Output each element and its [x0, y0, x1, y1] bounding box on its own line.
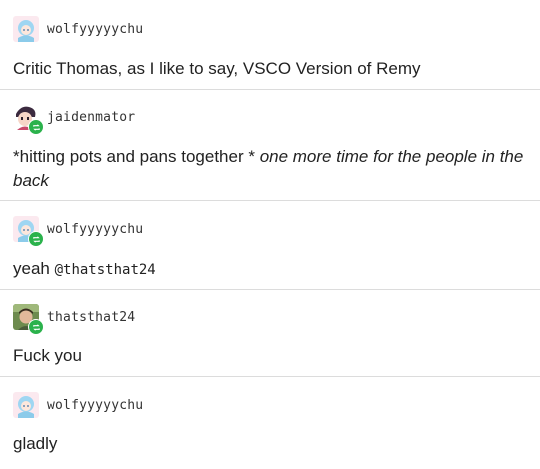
username[interactable]: wolfyyyyychu — [47, 398, 143, 413]
post-header: thatsthat24 — [13, 304, 135, 335]
username[interactable]: wolfyyyyychu — [47, 22, 143, 37]
post-text: yeah @thatsthat24 — [13, 257, 533, 282]
anime-girl-avatar-icon[interactable] — [13, 16, 39, 42]
post-text-plain: yeah — [13, 259, 55, 278]
user-mention-link[interactable]: @thatsthat24 — [55, 262, 156, 278]
username[interactable]: wolfyyyyychu — [47, 222, 143, 237]
post-text: Critic Thomas, as I like to say, VSCO Ve… — [13, 59, 421, 78]
username[interactable]: jaidenmator — [47, 110, 135, 125]
anime-girl-avatar-icon[interactable] — [13, 216, 44, 247]
photo-avatar-icon[interactable] — [13, 304, 44, 335]
reblog-icon — [28, 119, 44, 135]
username[interactable]: thatsthat24 — [47, 310, 135, 325]
post-divider — [0, 89, 540, 90]
post-header: wolfyyyyychu — [13, 392, 143, 418]
anime-girl-avatar-icon[interactable] — [13, 392, 39, 418]
post-text-plain: *hitting pots and pans together * — [13, 147, 260, 166]
post-header: wolfyyyyychu — [13, 216, 143, 247]
post-text: Fuck you — [13, 346, 82, 365]
reblog-icon — [28, 319, 44, 335]
post-header: wolfyyyyychu — [13, 16, 143, 42]
post-divider — [0, 200, 540, 201]
post-text: *hitting pots and pans together * one mo… — [13, 145, 533, 193]
post-divider — [0, 289, 540, 290]
cartoon-character-avatar-icon[interactable] — [13, 104, 44, 135]
reblog-icon — [28, 231, 44, 247]
post-text: gladly — [13, 434, 58, 453]
post-divider — [0, 376, 540, 377]
post-header: jaidenmator — [13, 104, 135, 135]
